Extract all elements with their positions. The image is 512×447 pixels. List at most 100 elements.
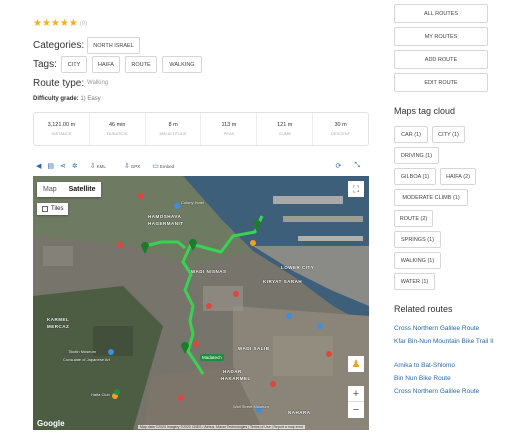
settings-icon[interactable]: ✲ [72, 162, 78, 170]
embed-icon: ▭ [152, 163, 159, 170]
map-label: MERCAZ [47, 324, 70, 329]
star-icons: ★★★★★ [33, 18, 78, 29]
cloud-tag-route[interactable]: ROUTE (2) [394, 210, 433, 227]
fullscreen-icon[interactable]: ⛶ [348, 181, 364, 197]
categories-label: Categories: [33, 40, 85, 51]
route-type-label: Route type: [33, 78, 85, 89]
tag-route[interactable]: ROUTE [125, 56, 157, 73]
cloud-tag-moderate-climb[interactable]: MODERATE CLIMB (1) [394, 189, 468, 206]
map-label: LOWER CITY [281, 265, 315, 270]
share-icon[interactable]: ⋖ [60, 162, 66, 170]
stat-value: 3,121.00 m [47, 122, 76, 128]
my-routes-button[interactable]: MY ROUTES [394, 27, 488, 46]
embed-label: Embed [159, 163, 175, 169]
rating-stars[interactable]: ★★★★★ (0) [33, 18, 87, 29]
stat-label: Min altitude [159, 131, 187, 136]
stat-duration: 46 min Duration [90, 113, 146, 145]
map-label: HAMOSHAVA [148, 214, 182, 219]
embed-button[interactable]: ▭ Embed [152, 162, 174, 170]
difficulty-label: Difficulty grade: [33, 96, 79, 102]
stat-descent: 30 m Descent [313, 113, 368, 145]
all-routes-button[interactable]: ALL ROUTES [394, 4, 488, 23]
stat-label: Peak [223, 131, 235, 136]
related-route-link[interactable]: Cross Northern Galilee Route [394, 325, 494, 333]
tiles-checkbox[interactable] [42, 206, 48, 212]
map-place-badge[interactable]: Madatech [200, 354, 224, 361]
route-map[interactable]: Map Satellite Tiles ⛶ HAMOSHAVA HAGERMAN… [33, 176, 369, 430]
map-label: KIRYAT SARAH [263, 279, 303, 284]
refresh-icon[interactable]: ⟳ [336, 162, 342, 170]
map-label: Colony Hotel [181, 200, 204, 205]
zoom-control: + − [348, 386, 364, 418]
stat-value: 8 m [168, 122, 178, 128]
stat-label: Distance [51, 131, 72, 136]
layers-icon[interactable]: ▤ [47, 162, 54, 170]
edit-route-button[interactable]: EDIT ROUTE [394, 73, 488, 92]
map-label: Tikotin Museum [68, 349, 97, 354]
gpx-label: GPX [130, 163, 141, 169]
stat-value: 30 m [334, 122, 347, 128]
cloud-tag-walking[interactable]: WALKING (1) [394, 252, 441, 269]
kml-label: KML [96, 163, 106, 169]
zoom-out-button[interactable]: − [348, 402, 364, 418]
map-type-map[interactable]: Map [37, 182, 63, 197]
tag-walking[interactable]: WALKING [162, 56, 202, 73]
tag-haifa[interactable]: HAIFA [92, 56, 120, 73]
download-icon: ⇩ [89, 163, 96, 170]
map-label: NAHARA [288, 410, 311, 415]
cloud-tag-city[interactable]: CITY (1) [432, 126, 465, 143]
back-icon[interactable]: ◀ [36, 162, 41, 170]
stat-label: Descent [330, 131, 351, 136]
related-route-link[interactable]: Bin Nun Bike Route [394, 375, 494, 383]
map-label: HADAR [223, 369, 242, 374]
stat-value: 46 min [108, 122, 126, 128]
cloud-tag-haifa[interactable]: HAIFA (2) [440, 168, 476, 185]
related-route-link[interactable]: Amika to Bat-Shlomo [394, 362, 494, 370]
tag-city[interactable]: CITY [61, 56, 87, 73]
cloud-tag-water[interactable]: WATER (1) [394, 273, 435, 290]
pegman-icon[interactable]: ♟ [348, 356, 364, 372]
cloud-tag-gilboa[interactable]: GILBOA (1) [394, 168, 436, 185]
kml-download[interactable]: ⇩ KML [90, 162, 106, 170]
cloud-tag-driving[interactable]: DRIVING (1) [394, 147, 439, 164]
map-toolbar: ◀ ▤ ⋖ ✲ ⇩ KML ⇩ GPX ▭ Embed ⟳ ⤡ [33, 158, 369, 174]
download-icon: ⇩ [123, 163, 130, 170]
expand-icon[interactable]: ⤡ [354, 162, 360, 170]
cloud-tag-car[interactable]: CAR (1) [394, 126, 428, 143]
stat-climb: 121 m Climb [257, 113, 314, 145]
zoom-in-button[interactable]: + [348, 386, 364, 402]
map-label: WADI NISNAS [191, 269, 227, 274]
add-route-button[interactable]: ADD ROUTE [394, 50, 488, 69]
map-label: HAGERMANIT [148, 221, 184, 226]
map-type-control: Map Satellite [37, 182, 102, 197]
stat-value: 113 m [221, 122, 237, 128]
difficulty: Difficulty grade: 1) Easy [33, 96, 101, 102]
route-stats: 3,121.00 m Distance 46 min Duration 8 m Min… [33, 112, 369, 146]
cloud-tag-springs[interactable]: SPRINGS (1) [394, 231, 441, 248]
stat-label: Duration [106, 131, 128, 136]
map-attribution[interactable]: Map data ©2020 Imagery ©2020 CNES / Airb… [138, 425, 306, 429]
stat-label: Climb [278, 131, 291, 136]
map-label: Haifa Club [91, 392, 110, 397]
difficulty-value: 1) Easy [80, 96, 101, 102]
related-route-link[interactable]: Kfar Bin-Nun Mountain Bike Trail II [394, 338, 494, 346]
tiles-toggle[interactable]: Tiles [37, 203, 69, 215]
route-type-value: Walking [87, 80, 109, 86]
map-label: KARMEL [47, 317, 70, 322]
satellite-imagery [33, 176, 369, 430]
tags-label: Tags: [33, 59, 57, 70]
gpx-download[interactable]: ⇩ GPX [124, 162, 140, 170]
tag-cloud-title: Maps tag cloud [394, 106, 456, 116]
google-logo: Google [37, 419, 65, 428]
stat-distance: 3,121.00 m Distance [34, 113, 90, 145]
map-label: WADI SALIB [238, 346, 270, 351]
map-type-satellite[interactable]: Satellite [63, 182, 102, 197]
stat-value: 121 m [277, 122, 293, 128]
category-north-israel[interactable]: NORTH ISRAEL [87, 37, 140, 54]
related-route-link[interactable]: Cross Northern Galilee Route [394, 388, 494, 396]
related-routes-title: Related routes [394, 304, 453, 314]
rating-count: (0) [79, 21, 88, 27]
stat-min-altitude: 8 m Min altitude [146, 113, 202, 145]
tiles-label: Tiles [51, 206, 64, 212]
map-label: Consulate of Japanese Art [63, 357, 110, 362]
